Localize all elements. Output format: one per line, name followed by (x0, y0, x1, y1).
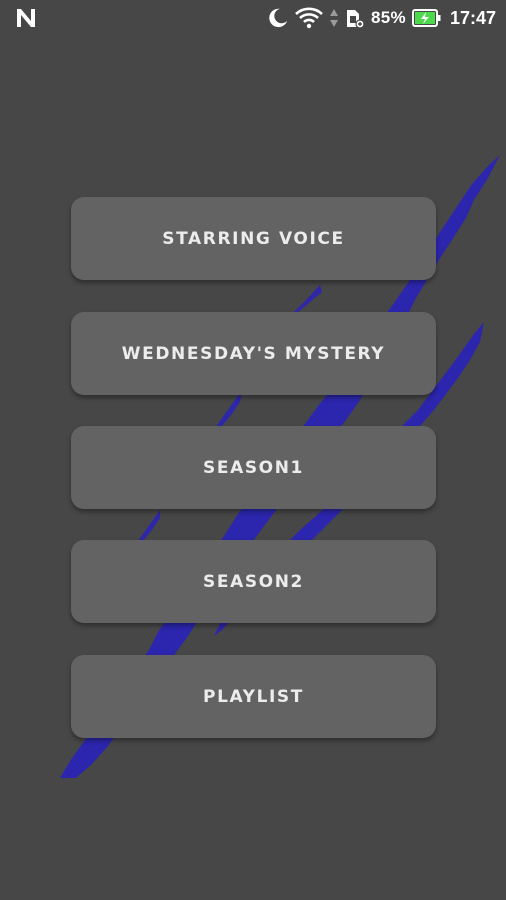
wednesdays-mystery-button[interactable]: WEDNESDAY'S MYSTERY (71, 312, 436, 395)
status-bar: 85% 17:47 (0, 0, 506, 36)
battery-charging-icon (411, 8, 442, 28)
scratch-mark-4 (214, 390, 242, 430)
wednesdays-mystery-label: WEDNESDAY'S MYSTERY (121, 343, 386, 364)
moon-icon (267, 7, 289, 29)
app-screen: 85% 17:47 STARRING VOICE WEDNESDAY'S MYS… (0, 0, 506, 900)
playlist-button[interactable]: PLAYLIST (71, 655, 436, 738)
season2-button[interactable]: SEASON2 (71, 540, 436, 623)
data-arrows-icon (329, 7, 339, 29)
sim-card-icon (345, 7, 365, 29)
season1-button[interactable]: SEASON1 (71, 426, 436, 509)
playlist-label: PLAYLIST (203, 686, 304, 707)
notification-n-icon (14, 6, 38, 30)
starring-voice-label: STARRING VOICE (162, 228, 345, 249)
season2-label: SEASON2 (203, 571, 304, 592)
battery-percent: 85% (371, 8, 406, 27)
clock-time: 17:47 (449, 7, 496, 28)
starring-voice-button[interactable]: STARRING VOICE (71, 197, 436, 280)
season1-label: SEASON1 (203, 457, 304, 478)
status-icons: 85% 17:47 (267, 0, 496, 36)
wifi-icon (295, 7, 323, 29)
